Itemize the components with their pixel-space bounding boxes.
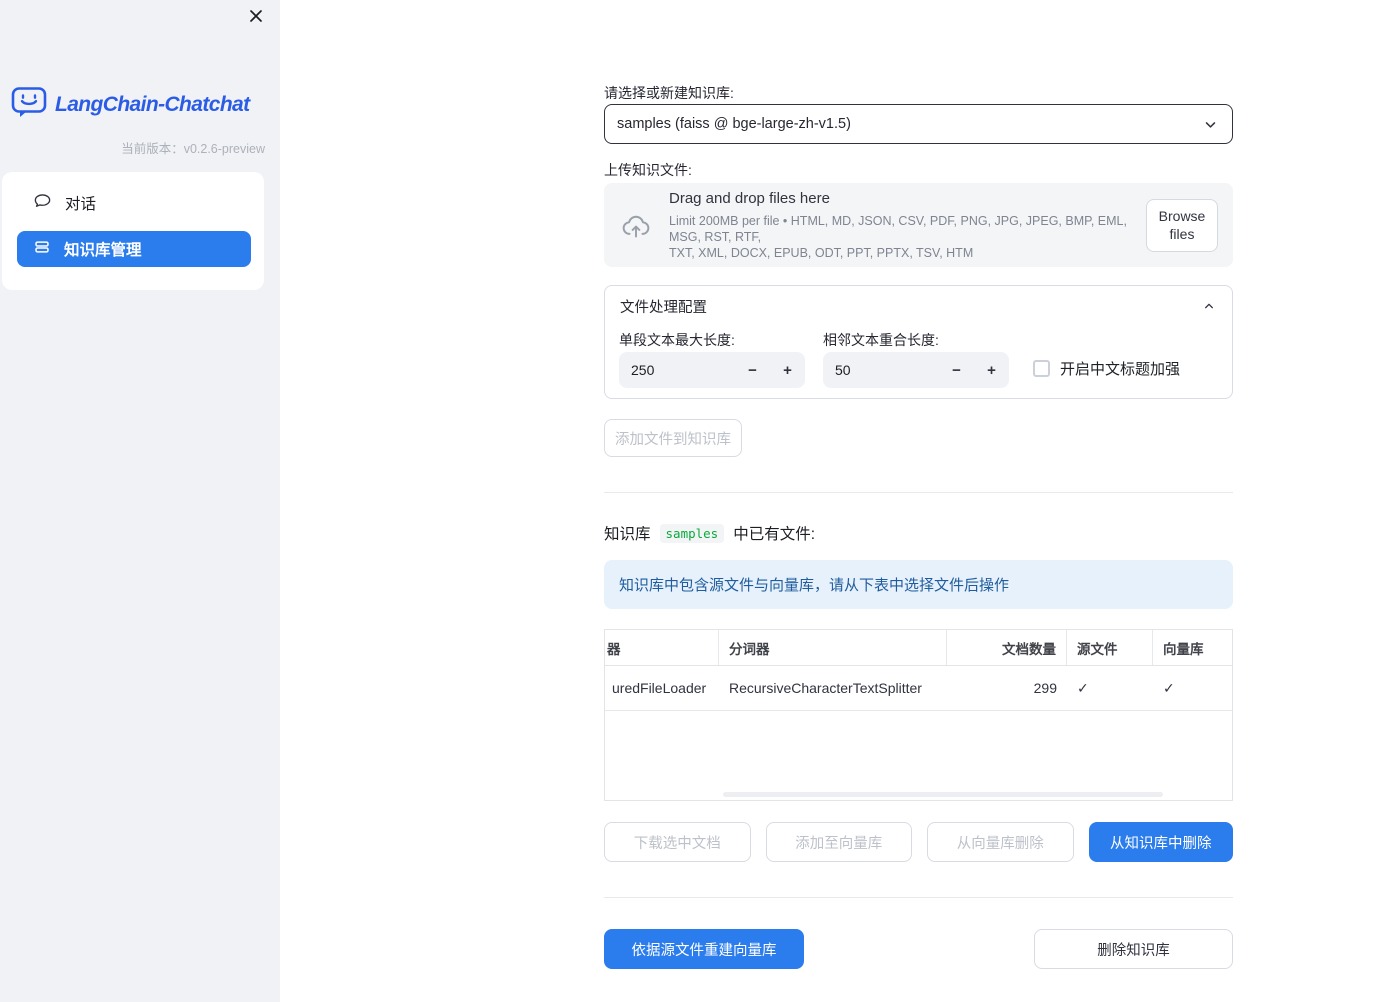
plus-button[interactable]: + (770, 352, 805, 388)
app-logo: LangChain-Chatchat (11, 86, 250, 124)
chunk-size-label: 单段文本最大长度: (619, 332, 735, 348)
divider (604, 897, 1233, 898)
sidebar-close-button[interactable] (243, 5, 269, 31)
info-banner: 知识库中包含源文件与向量库，请从下表中选择文件后操作 (604, 560, 1233, 609)
cloud-upload-icon (619, 210, 653, 241)
col-source-file: 源文件 (1067, 630, 1153, 665)
sidebar-item-dialogue[interactable]: 对话 (17, 183, 251, 223)
file-config-expander: 文件处理配置 单段文本最大长度: 250 − + 相邻文本重合长度: 50 − … (604, 285, 1233, 399)
kb-files-heading: 知识库 samples 中已有文件: (604, 523, 816, 543)
cell-source-check: ✓ (1077, 679, 1089, 696)
sidebar-item-label: 对话 (65, 196, 97, 213)
overlap-size-label: 相邻文本重合长度: (823, 332, 939, 348)
sidebar-item-label: 知识库管理 (64, 242, 142, 259)
minus-button[interactable]: − (939, 352, 974, 388)
file-dropzone[interactable]: Drag and drop files here Limit 200MB per… (604, 183, 1233, 267)
main-content: 请选择或新建知识库: samples (faiss @ bge-large-zh… (604, 0, 1233, 1002)
info-text: 知识库中包含源文件与向量库，请从下表中选择文件后操作 (619, 577, 1010, 594)
cell-doc-count: 299 (1033, 680, 1057, 696)
col-vector-store: 向量库 (1163, 641, 1204, 657)
kb-select-value: samples (faiss @ bge-large-zh-v1.5) (617, 116, 851, 132)
zh-title-checkbox-row[interactable]: 开启中文标题加强 (1033, 358, 1180, 379)
zh-title-label: 开启中文标题加强 (1060, 361, 1181, 378)
expander-header[interactable]: 文件处理配置 (605, 286, 1232, 326)
version-text: 当前版本：v0.2.6-preview (121, 142, 265, 156)
sidebar-menu: 对话 知识库管理 (2, 172, 264, 290)
plus-button[interactable]: + (974, 352, 1009, 388)
knowledge-base-icon (33, 238, 51, 261)
download-selected-button[interactable]: 下载选中文档 (604, 822, 751, 862)
col-doc-count: 文档数量 (947, 630, 1067, 665)
chunk-size-value: 250 (631, 362, 655, 378)
cell-vector-check: ✓ (1163, 679, 1175, 696)
minus-button[interactable]: − (735, 352, 770, 388)
upload-label: 上传知识文件: (604, 162, 692, 178)
kb-files-table[interactable]: 器 分词器 文档数量 源文件 向量库 uredFileLoader Recurs… (604, 629, 1233, 801)
sidebar: LangChain-Chatchat 当前版本：v0.2.6-preview 对… (0, 0, 280, 1002)
table-header-row: 器 分词器 文档数量 源文件 向量库 (605, 630, 1232, 666)
chunk-size-stepper[interactable]: 250 − + (619, 352, 805, 388)
chat-smiley-logo-icon (11, 86, 47, 124)
overlap-size-stepper[interactable]: 50 − + (823, 352, 1009, 388)
browse-files-button[interactable]: Browse files (1146, 198, 1218, 252)
chevron-up-icon (1201, 298, 1217, 314)
horizontal-scrollbar[interactable] (723, 792, 1163, 797)
sidebar-item-knowledge-base[interactable]: 知识库管理 (17, 231, 251, 267)
app-title: LangChain-Chatchat (55, 93, 250, 116)
chat-bubble-icon (33, 191, 52, 215)
kb-name-code: samples (659, 523, 725, 543)
checkbox-unchecked-icon[interactable] (1033, 360, 1050, 377)
table-row[interactable]: uredFileLoader RecursiveCharacterTextSpl… (605, 666, 1232, 711)
overlap-size-value: 50 (835, 362, 851, 378)
cell-loader: uredFileLoader (612, 680, 707, 696)
divider (604, 492, 1233, 493)
kb-select-dropdown[interactable]: samples (faiss @ bge-large-zh-v1.5) (604, 104, 1233, 144)
add-to-vector-store-button[interactable]: 添加至向量库 (765, 822, 912, 862)
close-icon (246, 6, 266, 31)
delete-from-vector-store-button[interactable]: 从向量库删除 (927, 822, 1074, 862)
add-files-button[interactable]: 添加文件到知识库 (604, 419, 742, 457)
col-loader: 器 (605, 630, 719, 665)
dropzone-text: Drag and drop files here Limit 200MB per… (669, 190, 1146, 261)
expander-title: 文件处理配置 (620, 299, 707, 316)
kb-select-label: 请选择或新建知识库: (604, 85, 734, 101)
delete-from-kb-button[interactable]: 从知识库中删除 (1088, 822, 1233, 862)
col-splitter: 分词器 (719, 630, 947, 665)
rebuild-vector-store-button[interactable]: 依据源文件重建向量库 (604, 929, 804, 969)
dropzone-title: Drag and drop files here (669, 189, 830, 207)
dropzone-limits: Limit 200MB per file • HTML, MD, JSON, C… (669, 213, 1127, 260)
delete-kb-button[interactable]: 删除知识库 (1034, 929, 1233, 969)
cell-splitter: RecursiveCharacterTextSplitter (729, 680, 922, 696)
file-action-buttons: 下载选中文档 添加至向量库 从向量库删除 从知识库中删除 (604, 822, 1233, 862)
chevron-down-icon (1201, 115, 1220, 134)
